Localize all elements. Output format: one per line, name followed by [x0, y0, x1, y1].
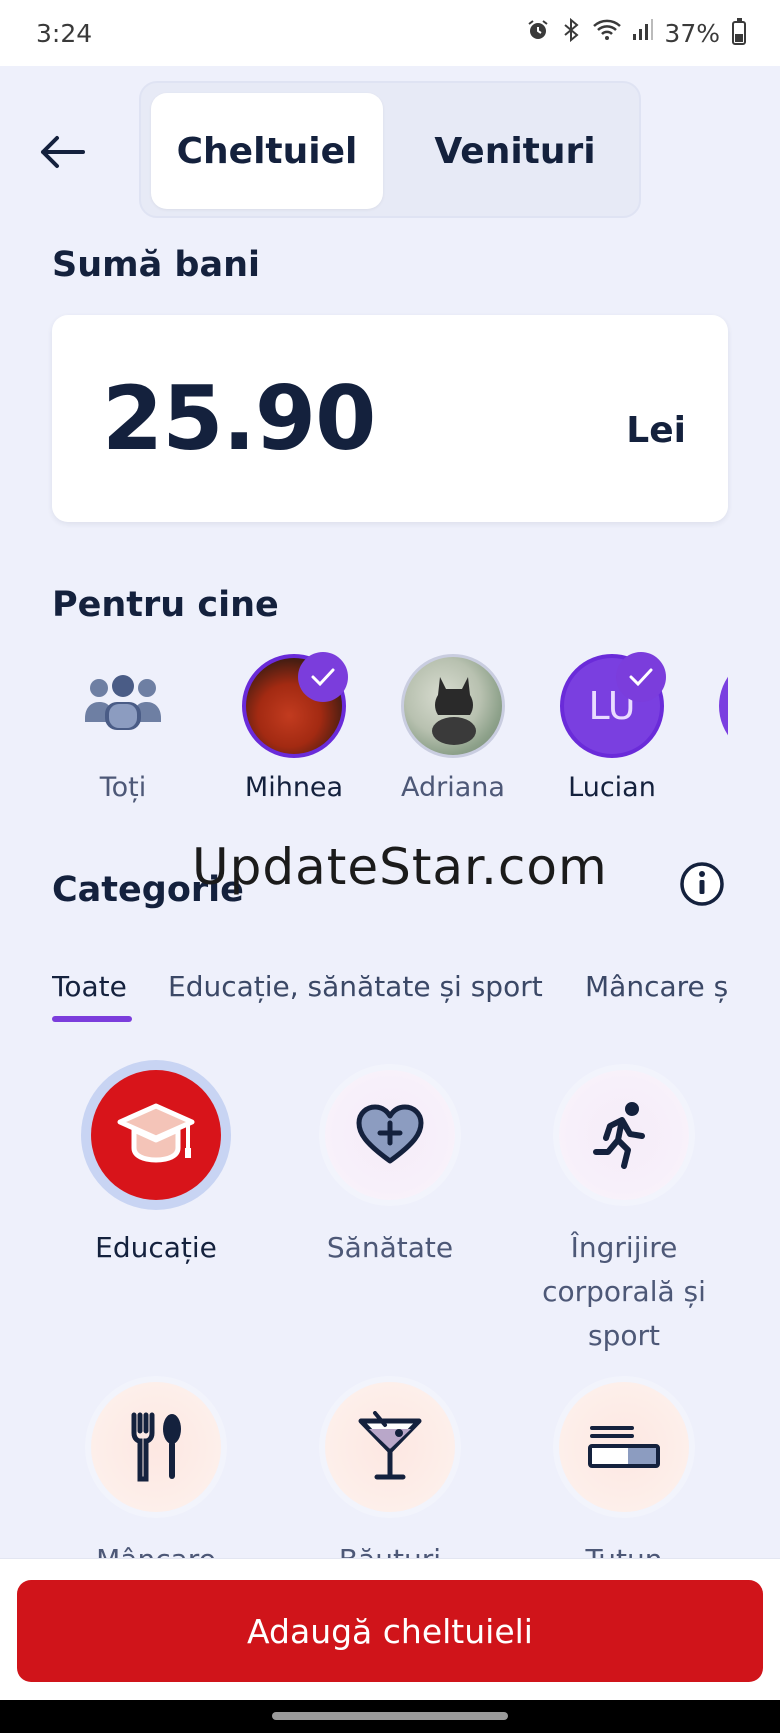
back-button[interactable] — [32, 122, 92, 182]
tab-educatie-sanatate-sport[interactable]: Educație, sănătate și sport — [168, 970, 543, 1003]
category-ingrijire-corporala-sport[interactable]: Îngrijire corporală și sport — [509, 1070, 739, 1358]
status-icons: 37% — [526, 17, 746, 48]
category-label-line: sport — [588, 1319, 660, 1352]
person-name: Mihnea — [244, 772, 344, 803]
tab-toate[interactable]: Toate — [52, 970, 127, 1003]
person-name: Toți — [99, 772, 147, 803]
system-nav-bar — [0, 1700, 780, 1733]
person-mihnea[interactable]: Mihnea — [219, 650, 369, 803]
check-icon — [298, 652, 348, 702]
person-adriana[interactable]: Adriana — [378, 650, 528, 803]
running-icon — [559, 1070, 689, 1200]
category-sanatate[interactable]: Sănătate — [275, 1070, 505, 1270]
amount-value: 25.90 — [102, 367, 376, 470]
amount-section-title: Sumă bani — [52, 245, 260, 285]
group-icon — [71, 654, 175, 758]
check-icon — [616, 652, 666, 702]
person-name: Adriana — [401, 772, 505, 803]
tab-cheltuieli[interactable]: Cheltuiel — [151, 93, 383, 209]
category-label: Îngrijire corporală și sport — [509, 1226, 739, 1358]
wifi-icon — [592, 18, 622, 48]
arrow-left-icon — [41, 136, 85, 168]
people-selector: Toți Mihnea Adriana LU Lucian C — [52, 650, 728, 810]
avatar: LU — [560, 652, 666, 758]
avatar — [401, 654, 505, 758]
category-bauturi[interactable]: Băuturi — [275, 1382, 505, 1582]
fork-spoon-icon — [91, 1382, 221, 1512]
category-tabs: Toate Educație, sănătate și sport Mâncar… — [52, 960, 728, 1030]
tab-venituri[interactable]: Venituri — [397, 93, 633, 209]
bluetooth-icon — [560, 17, 582, 48]
amount-input[interactable]: 25.90 Lei — [52, 315, 728, 522]
type-segmented-control: Cheltuiel Venituri — [139, 81, 641, 218]
signal-icon — [632, 18, 654, 48]
person-name: Lucian — [568, 772, 656, 803]
battery-percent: 37% — [664, 18, 720, 48]
person-lucian[interactable]: LU Lucian — [537, 650, 687, 803]
cigarette-icon — [559, 1382, 689, 1512]
category-tutun[interactable]: Tutun — [509, 1382, 739, 1582]
heart-plus-icon — [325, 1070, 455, 1200]
person-all[interactable]: Toți — [52, 650, 198, 803]
avatar — [242, 652, 348, 758]
avatar — [719, 654, 728, 758]
status-time: 3:24 — [36, 18, 93, 48]
category-mancare[interactable]: Mâncare — [41, 1382, 271, 1582]
cocktail-icon — [325, 1382, 455, 1512]
status-bar: 3:24 37% — [0, 0, 780, 66]
active-tab-indicator — [52, 1016, 132, 1022]
info-icon[interactable] — [680, 862, 724, 906]
category-label-line: corporală și — [542, 1275, 706, 1308]
category-label: Sănătate — [326, 1231, 454, 1264]
watermark-text: UpdateStar.com — [192, 838, 608, 896]
person-partial[interactable]: C — [696, 650, 728, 803]
people-section-title: Pentru cine — [52, 585, 279, 625]
currency-label: Lei — [626, 410, 686, 451]
category-label: Educație — [95, 1231, 217, 1264]
battery-icon — [732, 18, 746, 45]
category-educatie[interactable]: Educație — [41, 1070, 271, 1270]
graduation-cap-icon — [91, 1070, 221, 1200]
category-label-line: Îngrijire — [570, 1231, 678, 1264]
alarm-icon — [526, 18, 550, 48]
add-expense-button[interactable]: Adaugă cheltuieli — [17, 1580, 763, 1682]
bottom-action-bar: Adaugă cheltuieli — [0, 1558, 780, 1700]
tab-mancare[interactable]: Mâncare ș — [585, 970, 728, 1003]
home-gesture-handle[interactable] — [272, 1712, 508, 1720]
person-name: C — [696, 772, 728, 803]
